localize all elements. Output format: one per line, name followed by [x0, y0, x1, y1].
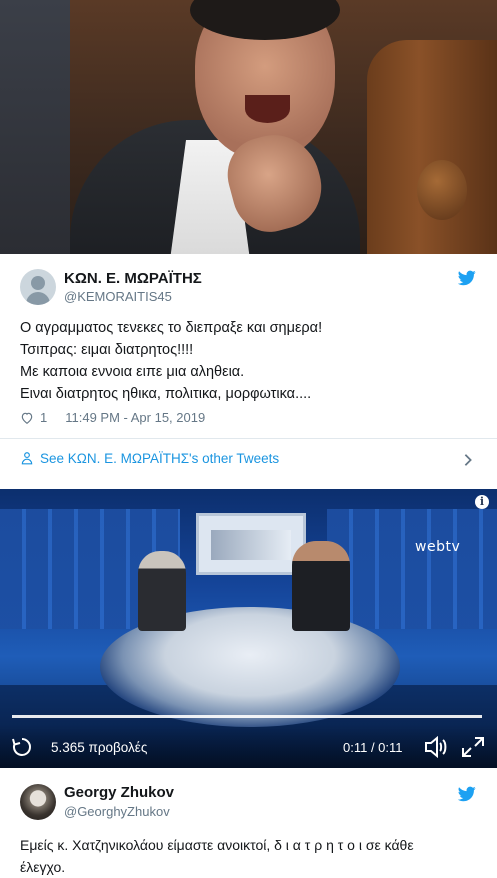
info-icon[interactable]: i	[475, 495, 489, 509]
avatar[interactable]	[20, 269, 56, 305]
video-time: 0:11 / 0:11	[343, 740, 403, 755]
see-other-tweets-label: See ΚΩΝ. Ε. ΜΩΡΑΪΤΗΣ's other Tweets	[40, 450, 280, 466]
volume-icon[interactable]	[424, 736, 448, 758]
twitter-bird-icon[interactable]	[458, 786, 476, 802]
author-handle[interactable]: @GeorghyZhukov	[64, 804, 170, 819]
tweet-text: Ο αγραμματος τενεκες το διεπραξε και σημ…	[20, 320, 323, 402]
view-count: 5.365 προβολές	[51, 740, 148, 755]
video-person-host	[138, 551, 186, 631]
divider	[0, 438, 497, 439]
video-person-guest	[292, 541, 350, 631]
author-handle[interactable]: @KEMORAITIS45	[64, 289, 172, 304]
like-count[interactable]: 1	[40, 410, 47, 425]
tweet-text: Εμείς κ. Χατζηνικολάου είμαστε ανοικτοί,…	[20, 837, 414, 875]
video-progress-bar[interactable]	[12, 715, 482, 718]
photo-background-person	[0, 0, 70, 254]
see-other-tweets-link[interactable]: See ΚΩΝ. Ε. ΜΩΡΑΪΤΗΣ's other Tweets	[20, 450, 279, 466]
tweet-meta: 1 11:49 PM - Apr 15, 2019	[20, 410, 205, 425]
twitter-bird-icon[interactable]	[458, 270, 476, 286]
photo-wood-knob	[417, 160, 467, 220]
video-studio-panel-right	[327, 509, 497, 629]
heart-icon[interactable]	[20, 411, 34, 425]
video-player[interactable]: webtv i 5.365 προβολές 0:11 / 0:11	[0, 489, 497, 768]
replay-icon[interactable]	[10, 735, 34, 759]
photo-mouth	[245, 95, 290, 123]
avatar[interactable]	[20, 784, 56, 820]
channel-logo: webtv	[415, 539, 461, 555]
tweet-photo[interactable]	[0, 0, 497, 254]
chevron-right-icon[interactable]	[463, 453, 473, 467]
fullscreen-icon[interactable]	[461, 736, 485, 758]
photo-wood-bench	[367, 40, 497, 254]
author-name[interactable]: Georgy Zhukov	[64, 784, 174, 801]
person-icon	[21, 452, 33, 465]
tweet-timestamp[interactable]: 11:49 PM - Apr 15, 2019	[65, 410, 205, 425]
author-name[interactable]: ΚΩΝ. Ε. ΜΩΡΑΪΤΗΣ	[64, 270, 202, 287]
video-studio-screen	[196, 513, 306, 575]
